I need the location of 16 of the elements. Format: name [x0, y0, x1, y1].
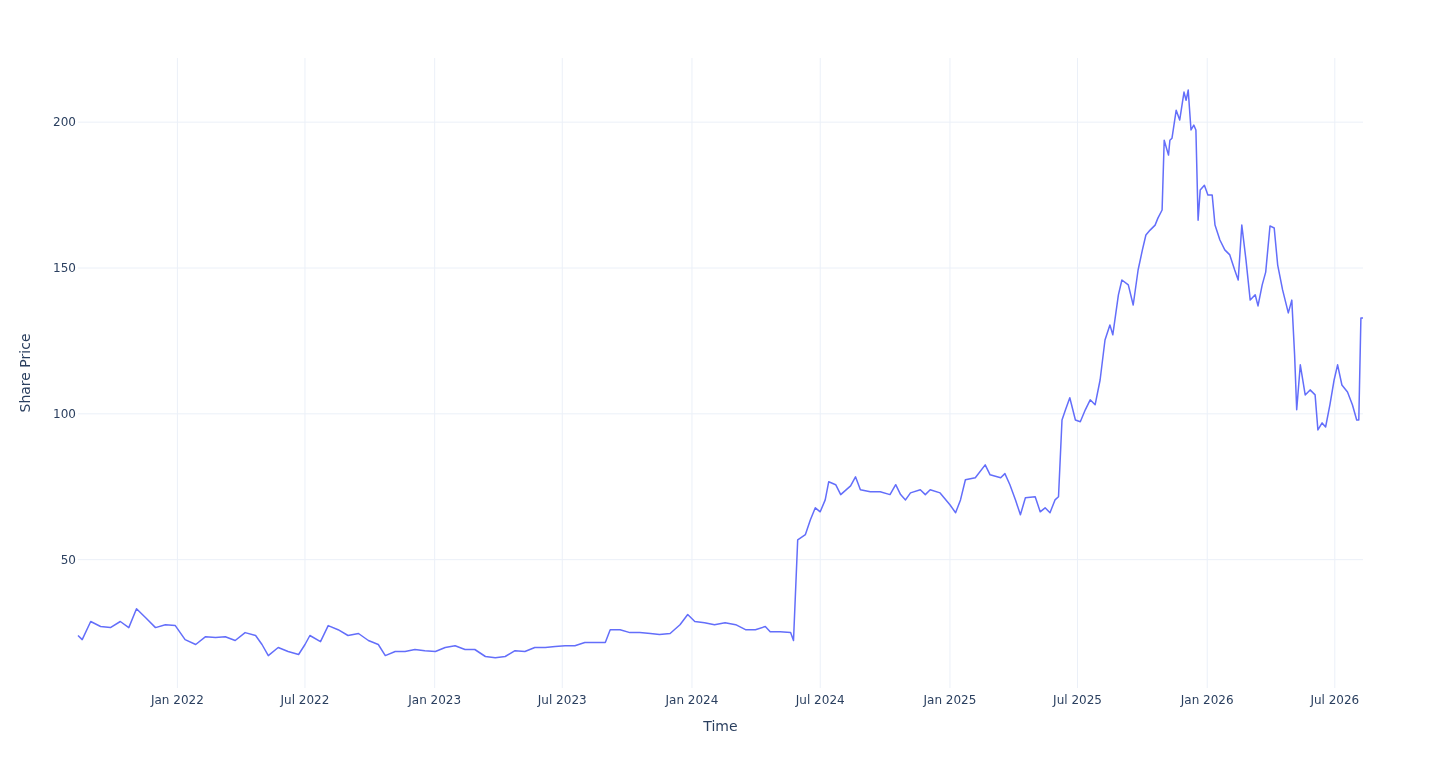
x-tick-label: Jan 2024 [665, 693, 719, 707]
y-tick-label: 100 [53, 406, 76, 421]
x-tick-label: Jan 2025 [923, 693, 977, 707]
x-tick-label: Jul 2025 [1053, 693, 1102, 707]
x-tick-label: Jul 2022 [280, 693, 330, 707]
y-tick-label: 50 [60, 552, 76, 567]
x-tick-label: Jan 2022 [150, 693, 204, 707]
x-tick-label: Jul 2023 [537, 693, 587, 707]
x-tick-label: Jul 2024 [795, 693, 845, 707]
y-axis-title: Share Price [17, 333, 33, 413]
x-tick-label: Jan 2026 [1180, 693, 1234, 707]
x-axis-title: Time [703, 718, 738, 734]
y-tick-label: 150 [53, 261, 76, 275]
y-tick-label: 200 [53, 115, 76, 130]
x-tick-label: Jan 2023 [408, 693, 462, 707]
x-tick-label: Jul 2026 [1310, 693, 1360, 707]
